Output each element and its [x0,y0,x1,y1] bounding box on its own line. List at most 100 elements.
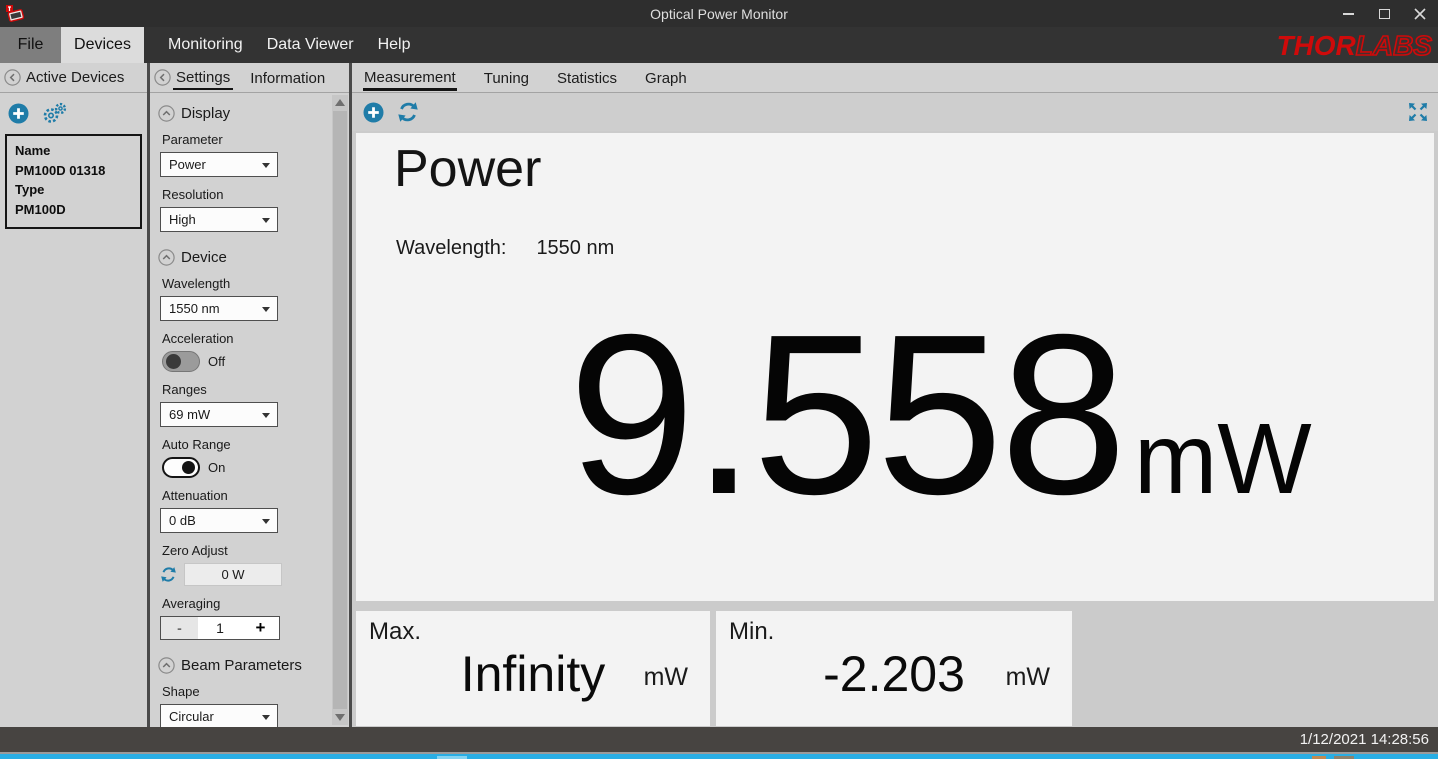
chevron-down-icon [262,413,270,418]
power-value: 9.558 [568,301,1124,529]
thorlabs-logo: THORLABS [1276,30,1432,62]
parameter-dropdown[interactable]: Power [160,152,278,177]
averaging-stepper: - 1 + [160,616,280,640]
parameter-label: Parameter [162,132,349,147]
chevron-down-icon [262,163,270,168]
settings-body: Display Parameter Power Resolution High … [150,93,349,727]
measurement-cards: Power Wavelength: 1550 nm 9.558 mW Max. … [352,131,1438,727]
resolution-dropdown[interactable]: High [160,207,278,232]
averaging-decrement-button[interactable]: - [161,617,198,639]
power-unit: mW [1134,409,1312,509]
power-reading-card: Power Wavelength: 1550 nm 9.558 mW [356,133,1434,601]
app-logo-icon [5,4,27,24]
shape-value: Circular [169,709,214,724]
wavelength-row: Wavelength: 1550 nm [396,237,614,260]
scroll-down-button[interactable] [332,710,348,725]
collapse-left-icon[interactable] [4,69,21,86]
settings-header: Settings Information [150,63,349,93]
active-devices-header: Active Devices [0,63,147,93]
collapse-up-icon[interactable] [158,249,175,266]
attenuation-value: 0 dB [169,513,196,528]
active-devices-panel: Active Devices Name PM100D 01318 Type PM… [0,63,147,727]
attenuation-dropdown[interactable]: 0 dB [160,508,278,533]
section-beam-parameters: Beam Parameters [158,657,349,674]
close-button[interactable] [1402,0,1438,27]
settings-scrollbar[interactable] [332,95,348,725]
acceleration-toggle-row: Off [162,351,349,372]
ranges-label: Ranges [162,382,349,397]
shape-label: Shape [162,684,349,699]
collapse-left-icon[interactable] [154,69,171,86]
scroll-up-button[interactable] [332,95,348,110]
wavelength-label: Wavelength [162,276,349,291]
taskbar-strip [0,752,1438,759]
min-unit: mW [1006,663,1050,692]
shape-dropdown[interactable]: Circular [160,704,278,727]
active-devices-toolbar [0,93,147,124]
collapse-up-icon[interactable] [158,105,175,122]
thorlabs-logo-labs: LABS [1356,30,1432,61]
menu-devices[interactable]: Devices [61,27,144,63]
device-name-label: Name [15,141,132,161]
device-type-value: PM100D [15,200,132,220]
min-label: Min. [729,618,774,646]
menu-file[interactable]: File [0,27,61,63]
minimize-button[interactable] [1330,0,1366,27]
averaging-increment-button[interactable]: + [242,617,279,639]
zero-adjust-refresh-icon[interactable] [160,566,177,583]
refresh-button[interactable] [397,101,419,123]
ranges-dropdown[interactable]: 69 mW [160,402,278,427]
minimize-icon [1343,13,1354,15]
acceleration-label: Acceleration [162,331,349,346]
tab-tuning[interactable]: Tuning [483,66,530,90]
zero-adjust-row: 0 W [160,563,349,586]
wavelength-row-value: 1550 nm [536,237,614,260]
resolution-value: High [169,212,196,227]
tab-statistics[interactable]: Statistics [556,66,618,90]
tab-settings[interactable]: Settings [173,65,233,90]
menu-bar: File Devices Monitoring Data Viewer Help… [0,27,1438,63]
maximize-icon [1379,9,1390,19]
wavelength-value: 1550 nm [169,301,220,316]
toggle-knob [166,354,181,369]
wavelength-row-label: Wavelength: [396,237,506,260]
max-unit: mW [644,663,688,692]
measurement-panel: Measurement Tuning Statistics Graph [352,63,1438,727]
device-name-value: PM100D 01318 [15,161,132,181]
thorlabs-logo-thor: THOR [1276,30,1355,61]
chevron-down-icon [262,519,270,524]
menu-monitoring[interactable]: Monitoring [156,27,255,63]
min-max-row: Max. Infinity mW Min. -2.203 mW [356,611,1434,726]
device-settings-gears-icon[interactable] [42,102,68,124]
device-card[interactable]: Name PM100D 01318 Type PM100D [5,134,142,229]
tab-measurement[interactable]: Measurement [363,65,457,91]
acceleration-state: Off [208,354,225,369]
add-panel-button[interactable] [363,102,384,123]
maximize-button[interactable] [1366,0,1402,27]
averaging-value[interactable]: 1 [198,617,242,639]
section-display-title: Display [181,105,230,122]
tab-graph[interactable]: Graph [644,66,688,90]
menu-help[interactable]: Help [366,27,423,63]
resolution-label: Resolution [162,187,349,202]
close-icon [1414,8,1426,20]
window-title: Optical Power Monitor [650,6,788,22]
toggle-knob [182,461,195,474]
tab-information[interactable]: Information [247,66,328,89]
auto-range-toggle[interactable] [162,457,200,478]
content-area: Active Devices Name PM100D 01318 Type PM… [0,63,1438,727]
fullscreen-expand-button[interactable] [1406,100,1430,124]
section-device: Device [158,249,349,266]
acceleration-toggle[interactable] [162,351,200,372]
section-beam-title: Beam Parameters [181,657,302,674]
scrollbar-thumb[interactable] [333,111,347,709]
add-device-button[interactable] [8,103,29,124]
wavelength-dropdown[interactable]: 1550 nm [160,296,278,321]
collapse-up-icon[interactable] [158,657,175,674]
window-controls [1330,0,1438,27]
title-bar: Optical Power Monitor [0,0,1438,27]
zero-adjust-field[interactable]: 0 W [184,563,282,586]
measurement-tabs: Measurement Tuning Statistics Graph [352,63,1438,93]
active-devices-body: Name PM100D 01318 Type PM100D [0,93,147,727]
menu-data-viewer[interactable]: Data Viewer [255,27,366,63]
